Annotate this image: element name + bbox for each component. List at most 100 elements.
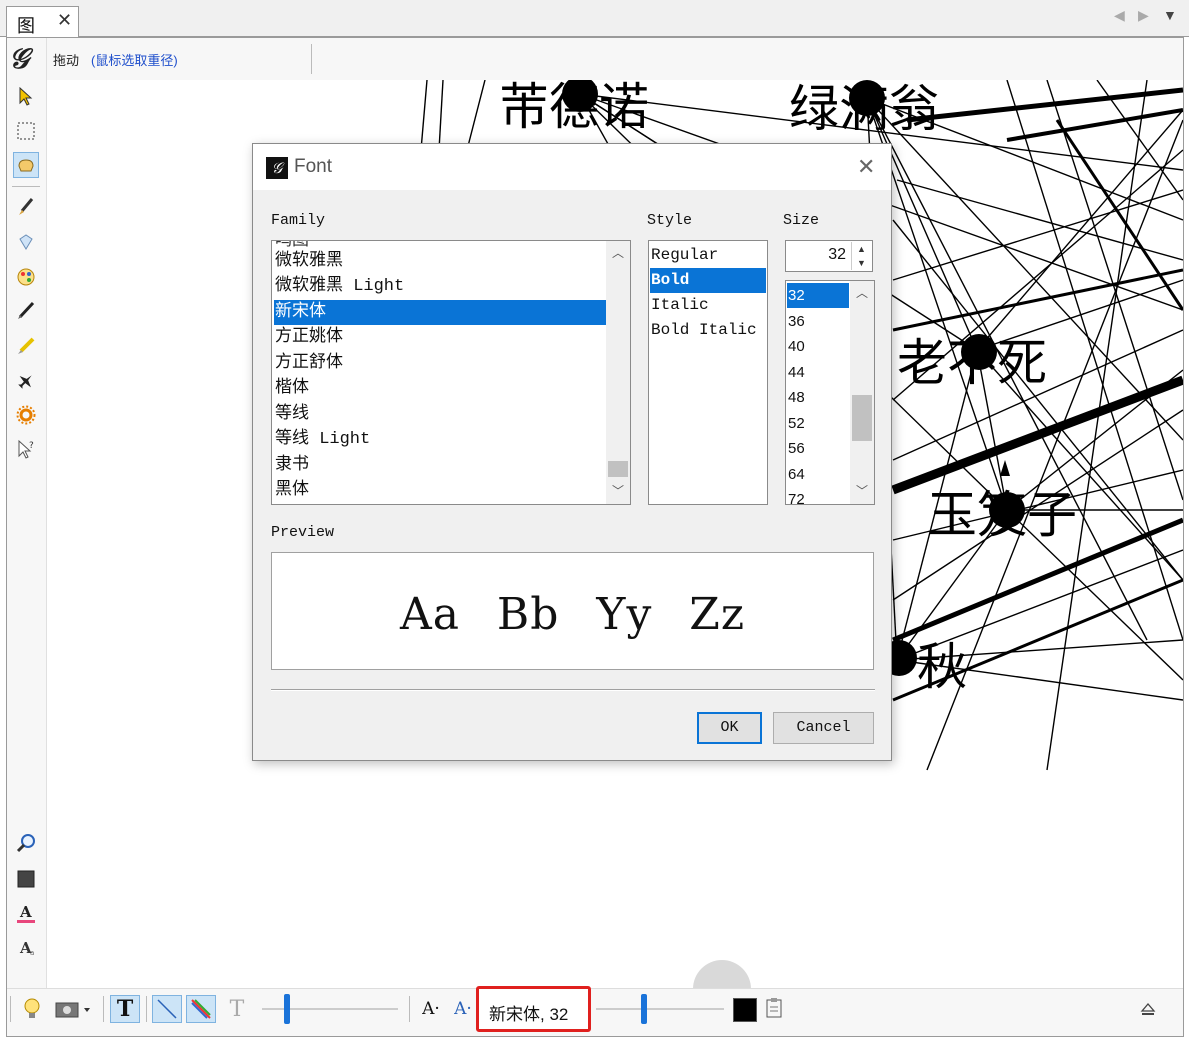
pen-icon[interactable] — [13, 298, 39, 324]
font-dialog: 𝒢 Font ✕ Family Style Size 鸣图 微软雅黑 微软雅黑 … — [252, 143, 892, 761]
style-label: Style — [647, 212, 693, 229]
nav-next-icon[interactable]: ▶ — [1138, 7, 1149, 24]
select-arrow-icon[interactable] — [13, 84, 39, 110]
style-item[interactable]: Bold Italic — [650, 318, 757, 343]
size-up-icon[interactable]: ▲ — [851, 242, 871, 256]
family-item[interactable]: 黑体 — [274, 478, 309, 503]
bottom-toolbar — [7, 988, 1183, 1036]
clipboard-icon[interactable] — [761, 995, 789, 1023]
rainbow-line-icon[interactable] — [186, 995, 216, 1023]
family-item[interactable]: 楷体 — [274, 376, 309, 401]
color-swatch[interactable] — [733, 998, 757, 1022]
nav-menu-icon[interactable]: ▼ — [1163, 7, 1177, 23]
line-tool-icon[interactable] — [152, 995, 182, 1023]
family-scrollbar[interactable]: ︿ ﹀ — [606, 241, 630, 504]
style-item[interactable]: Italic — [650, 293, 709, 318]
family-list[interactable]: 鸣图 微软雅黑 微软雅黑 Light 新宋体 方正姚体 方正舒体 楷体 等线 等… — [271, 240, 631, 505]
size-item[interactable]: 52 — [787, 411, 805, 436]
family-item[interactable]: 微软雅黑 Light — [274, 274, 404, 299]
scroll-down-icon[interactable]: ﹀ — [606, 481, 630, 501]
scroll-thumb[interactable] — [608, 461, 628, 477]
cancel-button[interactable]: Cancel — [773, 712, 874, 744]
highlighter-icon[interactable] — [13, 333, 39, 359]
tab-strip: 图 ✕ ◀ ▶ ▼ — [0, 0, 1189, 38]
toolbar-divider — [103, 996, 104, 1022]
scroll-up-icon[interactable]: ︿ — [850, 283, 874, 303]
size-item[interactable]: 64 — [787, 462, 805, 487]
size-input-value: 32 — [828, 246, 846, 263]
size-item[interactable]: 36 — [787, 309, 805, 334]
size-scrollbar[interactable]: ︿ ﹀ — [850, 281, 874, 504]
size-item[interactable]: 40 — [787, 334, 805, 359]
mode-label: 拖动 — [53, 53, 80, 68]
mode-hint: (鼠标选取重径) — [91, 53, 178, 68]
size-item[interactable]: 72 — [787, 487, 805, 504]
airplane-icon[interactable] — [13, 368, 39, 394]
tab-graph[interactable]: 图 ✕ — [6, 6, 79, 38]
arrow-head — [1000, 460, 1010, 476]
size-item-selected[interactable]: 32 — [787, 283, 849, 308]
eject-icon[interactable] — [1137, 995, 1159, 1023]
family-item[interactable]: 方正姚体 — [274, 325, 343, 350]
scroll-up-icon[interactable]: ︿ — [606, 243, 630, 263]
brush-icon[interactable] — [13, 194, 39, 220]
preview-text: Aa Bb Yy Zz — [399, 589, 746, 640]
font-color-icon[interactable]: A — [13, 900, 39, 926]
family-item[interactable]: 方正舒体 — [274, 351, 343, 376]
toolbar-divider — [311, 44, 312, 74]
size-input[interactable]: 32 ▲ ▼ — [785, 240, 873, 272]
family-item-selected[interactable]: 新宋体 — [274, 300, 606, 325]
diamond-icon[interactable] — [13, 229, 39, 255]
top-toolbar — [47, 38, 1183, 80]
opacity-slider-thumb[interactable] — [641, 994, 647, 1024]
style-item[interactable]: Regular — [650, 243, 718, 268]
graph-node[interactable] — [961, 334, 997, 370]
dialog-titlebar[interactable]: 𝒢 Font ✕ — [253, 144, 891, 190]
scroll-thumb[interactable] — [852, 395, 872, 441]
ok-button[interactable]: OK — [697, 712, 762, 744]
dialog-close-icon[interactable]: ✕ — [857, 154, 875, 180]
dialog-title: Font — [294, 156, 333, 177]
dialog-divider — [271, 689, 875, 691]
nav-prev-icon[interactable]: ◀ — [1114, 7, 1125, 24]
graph-node[interactable] — [849, 80, 885, 116]
sun-gear-icon[interactable] — [13, 402, 39, 428]
style-item-selected[interactable]: Bold — [650, 268, 766, 293]
text-tool-icon[interactable]: T — [110, 995, 140, 1023]
text-outline-icon[interactable]: T — [224, 995, 250, 1023]
toolbar-divider — [146, 996, 147, 1022]
tab-label: 图 — [17, 16, 35, 36]
family-label: Family — [271, 212, 326, 229]
toolbar-divider — [12, 186, 40, 187]
drag-hand-icon[interactable] — [13, 152, 39, 178]
size-item[interactable]: 56 — [787, 436, 805, 461]
lightbulb-icon[interactable] — [20, 995, 44, 1023]
font-smaller-icon[interactable]: A· — [418, 995, 444, 1023]
font-info-box[interactable]: 新宋体, 32 — [476, 986, 591, 1032]
shape-square-icon[interactable] — [13, 866, 39, 892]
scroll-down-icon[interactable]: ﹀ — [850, 481, 874, 501]
zoom-search-icon[interactable] — [13, 830, 39, 856]
size-item[interactable]: 44 — [787, 360, 805, 385]
size-item[interactable]: 48 — [787, 385, 805, 410]
style-list[interactable]: Regular Bold Italic Bold Italic — [648, 240, 768, 505]
family-item[interactable]: 等线 Light — [274, 427, 370, 452]
graph-node[interactable] — [989, 492, 1025, 528]
rect-select-icon[interactable] — [13, 118, 39, 144]
size-down-icon[interactable]: ▼ — [851, 256, 871, 270]
font-style-icon[interactable]: Aa — [13, 934, 39, 960]
help-cursor-icon[interactable]: ? — [13, 437, 39, 463]
palette-icon[interactable] — [13, 264, 39, 290]
family-item[interactable]: 微软雅黑 — [274, 249, 343, 274]
camera-dropdown-icon[interactable] — [52, 995, 96, 1023]
node-label: 秋 — [917, 638, 967, 696]
tab-close-icon[interactable]: ✕ — [57, 10, 72, 31]
dialog-app-icon: 𝒢 — [266, 157, 288, 179]
size-slider-thumb[interactable] — [284, 994, 290, 1024]
svg-text:A: A — [19, 903, 32, 921]
toolbar-divider — [409, 996, 410, 1022]
family-item[interactable]: 等线 — [274, 402, 309, 427]
font-larger-icon[interactable]: A· — [452, 995, 474, 1023]
size-list[interactable]: 32 36 40 44 48 52 56 64 72 ︿ ﹀ — [785, 280, 875, 505]
family-item[interactable]: 隶书 — [274, 453, 309, 478]
